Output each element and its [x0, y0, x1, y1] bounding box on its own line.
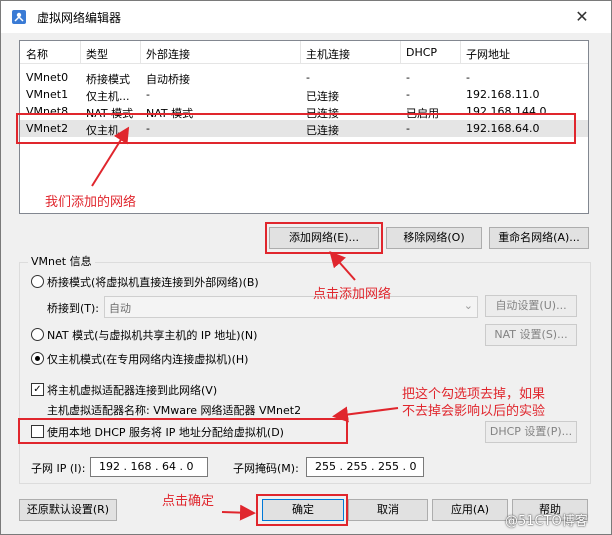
annotation-arrows — [91, 126, 399, 521]
arrow-to-add-button — [329, 251, 356, 281]
arrow-to-vmnet2 — [91, 126, 130, 187]
watermark: @51CTO博客 — [505, 514, 588, 529]
arrow-to-dhcp — [332, 406, 399, 423]
arrow-to-ok — [221, 504, 256, 521]
